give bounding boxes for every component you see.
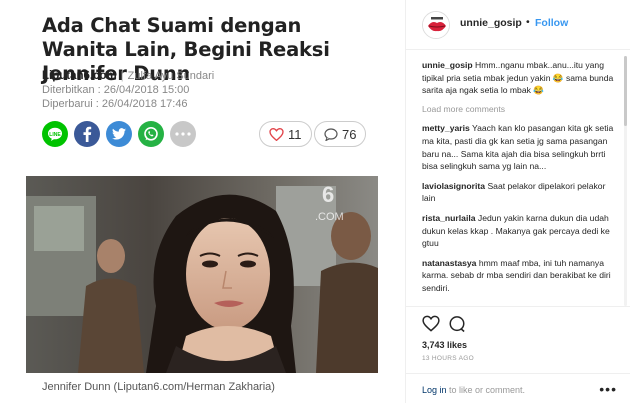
comment-icon xyxy=(449,316,465,333)
share-bar: LINE 11 76 xyxy=(42,121,382,149)
avatar[interactable] xyxy=(422,11,450,39)
ig-comment-button[interactable] xyxy=(448,315,466,333)
share-line-button[interactable]: LINE xyxy=(42,121,68,147)
ig-like-button[interactable] xyxy=(422,315,440,333)
meta-separator: | xyxy=(120,70,124,82)
like-count[interactable]: 3,743 likes xyxy=(422,340,467,350)
comment-username[interactable]: rista_nurlaila xyxy=(422,213,476,223)
ig-comment-list: unnie_gosip Hmm..nganu mbak..anu...itu y… xyxy=(422,59,617,305)
share-twitter-button[interactable] xyxy=(106,121,132,147)
comment-item: natanastasya hmm maaf mba, ini tuh naman… xyxy=(422,257,617,295)
heart-icon xyxy=(269,127,284,141)
comment-item: metty_yaris Yaach kan klo pasangan kita … xyxy=(422,122,617,172)
facebook-icon xyxy=(83,126,92,142)
comment-item: rista_nurlaila Jedun yakin karna dukun d… xyxy=(422,212,617,250)
post-timestamp: 13 HOURS AGO xyxy=(422,355,475,362)
ig-username[interactable]: unnie_gosip xyxy=(460,17,522,29)
instagram-embed: unnie_gosip • Follow unnie_gosip Hmm..ng… xyxy=(405,0,630,403)
svg-text:LINE: LINE xyxy=(49,132,61,138)
published-date: Diterbitkan : 26/04/2018 15:00 xyxy=(42,84,190,96)
article-photo: 6 .COM xyxy=(26,176,378,373)
share-facebook-button[interactable] xyxy=(74,121,100,147)
comment-bubble-icon xyxy=(324,127,338,141)
article-comment-button[interactable]: 76 xyxy=(314,121,367,147)
caption-username[interactable]: unnie_gosip xyxy=(422,60,473,70)
article-meta: Liputan6.com | Zulfa Ayu Sundari Diterbitk… xyxy=(42,69,214,111)
login-bar: Log in to like or comment. ••• xyxy=(406,373,630,403)
more-options-icon[interactable]: ••• xyxy=(599,381,617,397)
whatsapp-icon xyxy=(144,127,158,141)
ig-actions: 3,743 likes 13 HOURS AGO Log in to like … xyxy=(406,306,630,403)
separator-dot: • xyxy=(526,16,530,28)
line-icon: LINE xyxy=(48,127,62,141)
share-more-button[interactable] xyxy=(170,121,196,147)
article-like-button[interactable]: 11 xyxy=(259,121,312,147)
login-prompt-text: to like or comment. xyxy=(446,385,526,395)
comment-username[interactable]: metty_yaris xyxy=(422,123,470,133)
follow-button[interactable]: Follow xyxy=(535,17,568,29)
more-icon xyxy=(175,132,191,136)
comment-username[interactable]: natanastasya xyxy=(422,258,476,268)
twitter-icon xyxy=(112,128,126,140)
watermark-number: 6 xyxy=(322,182,334,207)
login-link[interactable]: Log in xyxy=(422,385,447,395)
article-panel: Ada Chat Suami dengan Wanita Lain, Begin… xyxy=(0,0,405,403)
comment-item: laviolasignorita Saat pelakor dipelakori… xyxy=(422,180,617,205)
post-caption: unnie_gosip Hmm..nganu mbak..anu...itu y… xyxy=(422,59,617,97)
author-name[interactable]: Zulfa Ayu Sundari xyxy=(128,70,215,82)
share-whatsapp-button[interactable] xyxy=(138,121,164,147)
article-like-count: 11 xyxy=(288,126,302,142)
jennifer-dunn-photo: 6 .COM xyxy=(26,176,378,373)
watermark-text: .COM xyxy=(315,211,344,223)
ig-header: unnie_gosip • Follow xyxy=(406,0,630,50)
comment-username[interactable]: laviolasignorita xyxy=(422,181,485,191)
site-name[interactable]: Liputan6.com xyxy=(42,70,117,82)
load-more-comments-link[interactable]: Load more comments xyxy=(422,103,617,116)
updated-date: Diperbarui : 26/04/2018 17:46 xyxy=(42,98,188,110)
login-prompt: Log in to like or comment. xyxy=(422,385,525,395)
lips-logo-icon xyxy=(423,12,449,38)
article-comment-count: 76 xyxy=(342,126,357,142)
heart-outline-icon xyxy=(422,315,440,332)
photo-caption: Jennifer Dunn (Liputan6.com/Herman Zakha… xyxy=(42,381,275,393)
scrollbar-thumb[interactable] xyxy=(624,56,627,126)
comments-scrollbar[interactable] xyxy=(624,56,627,306)
